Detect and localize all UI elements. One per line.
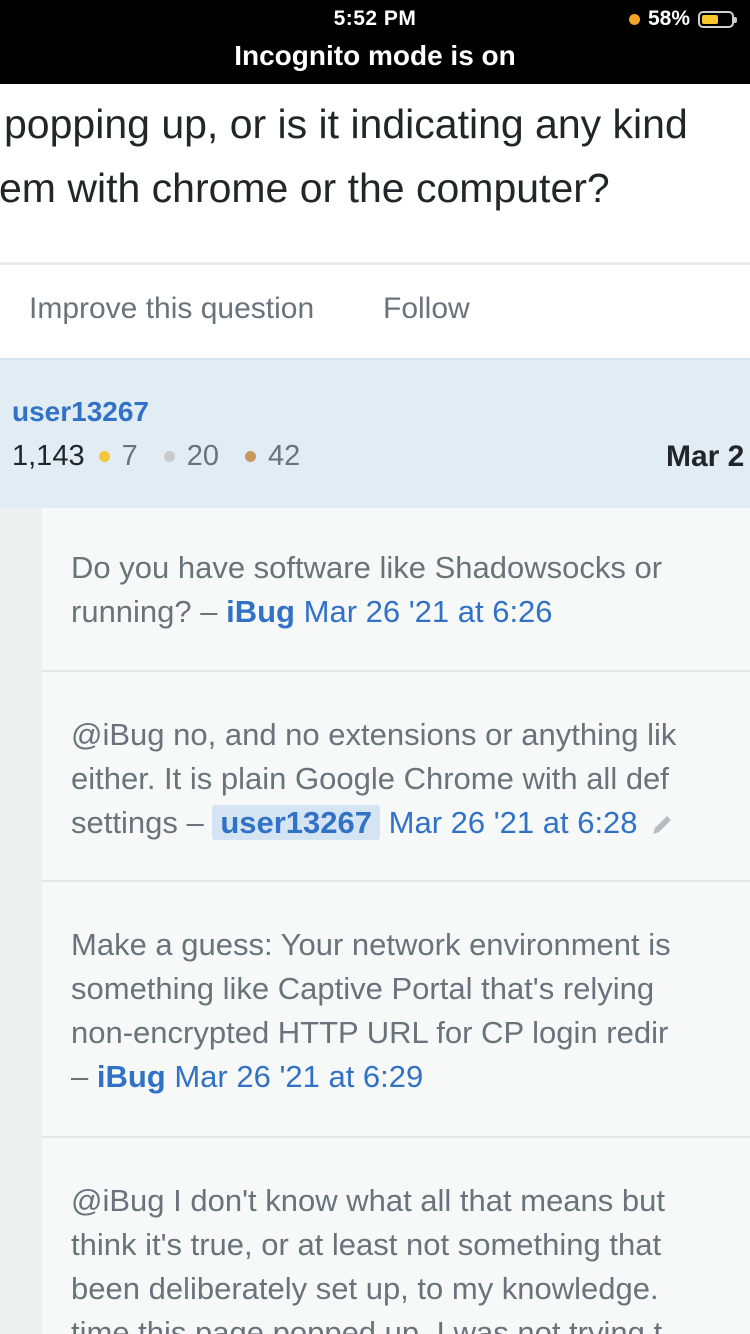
bronze-badge-icon [244,451,256,462]
gold-badge-icon [98,451,110,462]
bronze-badge-count: 42 [267,440,301,472]
comment-text: @iBug I don't know what all that means b… [71,1179,665,1334]
comment-line: – [71,1059,97,1094]
silver-badge-icon [163,451,175,462]
comment-line: running? – [71,594,227,629]
gold-badge-count: 7 [121,440,138,472]
comment: @iBug I don't know what all that means b… [42,1138,750,1334]
comment-date-link[interactable]: Mar 26 '21 at 6:28 [389,805,638,840]
comments-section: Do you have software like Shadowsocks or… [0,508,750,1334]
improve-question-link[interactable]: Improve this question [29,292,314,326]
question-body: popping up, or is it indicating any kind… [0,92,750,220]
question-line: em with chrome or the computer? [0,165,610,211]
comment: Do you have software like Shadowsocks or… [42,508,750,672]
battery-percent: 58% [647,7,690,30]
comment-user-link[interactable]: iBug [97,1059,166,1094]
incognito-banner: Incognito mode is on [234,40,516,71]
comment-line: Do you have software like Shadowsocks or [71,550,663,585]
comment-line: @iBug I don't know what all that means b… [71,1183,665,1218]
divider [0,262,750,265]
comment-line: something like Captive Portal that's rel… [71,971,655,1006]
comment-text: @iBug no, and no extensions or anything … [71,713,676,845]
question-line: popping up, or is it indicating any kind [4,101,688,147]
comment-date-link[interactable]: Mar 26 '21 at 6:29 [174,1059,423,1094]
asked-date: Mar 2 [666,440,745,473]
comment-user-link[interactable]: iBug [226,594,295,629]
follow-link[interactable]: Follow [383,292,470,326]
comment-date-link[interactable]: Mar 26 '21 at 6:26 [304,594,553,629]
comment-text: Make a guess: Your network environment i… [71,923,671,1099]
comment-line: either. It is plain Google Chrome with a… [71,761,669,796]
comments-gutter [0,508,42,1334]
comment-line: settings – [71,805,213,840]
comment-line: Make a guess: Your network environment i… [71,927,671,962]
comment-user-link[interactable]: user13267 [212,805,380,840]
status-bar: 5:52 PM 58% Incognito mode is on [0,0,750,84]
comment: @iBug no, and no extensions or anything … [42,672,750,882]
reputation-score: 1,143 [12,440,85,472]
edit-pencil-icon[interactable] [650,813,674,837]
comment-line: non-encrypted HTTP URL for CP login redi… [71,1015,669,1050]
status-indicators: 58% [628,6,737,32]
owner-card: user13267 1,143 7 20 42 Mar 2 [0,358,750,508]
comment-text: Do you have software like Shadowsocks or… [71,546,662,634]
comment-line: @iBug no, and no extensions or anything … [71,717,677,752]
comment-line: time this page popped up, I was not tryi… [71,1315,663,1334]
comment-line: been deliberately set up, to my knowledg… [71,1271,659,1306]
owner-reputation: 1,143 7 20 42 [12,440,312,473]
silver-badge-count: 20 [186,440,219,472]
recording-dot-icon [628,13,640,25]
battery-icon [698,10,737,28]
question-actions: Improve this question Follow [0,292,750,336]
comment: Make a guess: Your network environment i… [42,882,750,1138]
comment-line: think it's true, or at least not somethi… [71,1227,662,1262]
owner-username-link[interactable]: user13267 [12,396,149,428]
